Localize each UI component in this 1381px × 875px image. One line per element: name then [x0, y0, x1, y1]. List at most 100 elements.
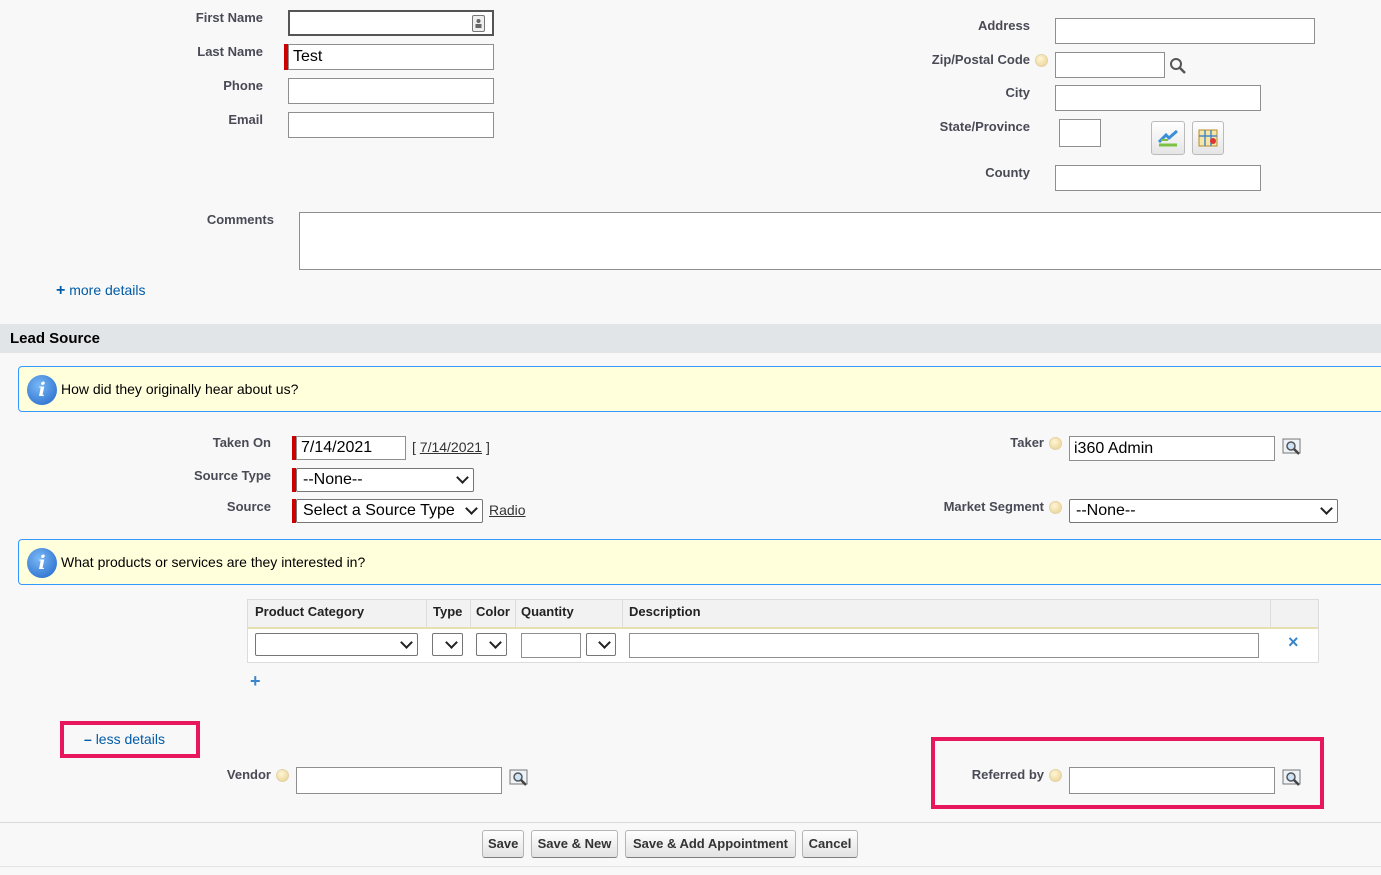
email-input[interactable] — [288, 112, 494, 138]
col-quantity: Quantity — [521, 604, 574, 619]
table-row: × — [248, 629, 1318, 662]
market-segment-help-icon[interactable] — [1049, 501, 1062, 514]
zip-input[interactable] — [1055, 52, 1165, 78]
products-table: Product Category Type Color Quantity Des… — [247, 599, 1319, 663]
map-icon[interactable] — [1192, 121, 1224, 155]
chevron-down-icon — [445, 636, 458, 649]
product-category-select[interactable] — [255, 633, 418, 656]
footer-bottom-divider — [0, 866, 1381, 867]
save-button[interactable]: Save — [482, 830, 524, 858]
col-divider — [622, 600, 623, 627]
col-color: Color — [476, 604, 510, 619]
chevron-down-icon — [456, 471, 469, 484]
info-box-products: i What products or services are they int… — [18, 539, 1381, 585]
zip-search-icon[interactable] — [1169, 57, 1187, 75]
info-icon: i — [27, 548, 57, 578]
zip-label: Zip/Postal Code — [931, 52, 1030, 67]
source-type-value: --None-- — [303, 471, 363, 488]
vendor-help-icon[interactable] — [276, 769, 289, 782]
taken-on-today: [ 7/14/2021 ] — [412, 439, 490, 455]
add-row-icon[interactable]: + — [250, 671, 261, 692]
today-date-link[interactable]: 7/14/2021 — [420, 439, 482, 455]
col-divider — [470, 600, 471, 627]
first-name-label: First Name — [195, 10, 263, 25]
chevron-down-icon — [598, 636, 611, 649]
col-divider — [1270, 600, 1271, 627]
contact-card-icon[interactable] — [472, 15, 485, 32]
lead-source-header: Lead Source — [0, 324, 1381, 353]
quantity-input[interactable] — [521, 633, 581, 658]
county-input[interactable] — [1055, 165, 1261, 191]
vendor-label: Vendor — [226, 767, 271, 782]
expand-plus-icon: + — [56, 282, 66, 299]
chevron-down-icon — [400, 636, 413, 649]
address-input[interactable] — [1055, 18, 1315, 44]
more-details-link[interactable]: + more details — [56, 282, 146, 300]
save-and-new-button[interactable]: Save & New — [531, 830, 618, 858]
chevron-down-icon — [489, 636, 502, 649]
state-input[interactable] — [1059, 119, 1101, 147]
city-label: City — [1005, 85, 1030, 100]
taken-on-input[interactable]: 7/14/2021 — [296, 436, 406, 460]
less-details-link[interactable]: – less details — [84, 731, 165, 747]
address-label: Address — [977, 18, 1030, 33]
lead-source-title: Lead Source — [10, 330, 101, 347]
collapse-minus-icon: – — [84, 731, 92, 747]
quantity-unit-select[interactable] — [586, 633, 616, 656]
more-details-label: more details — [69, 282, 146, 298]
address-verify-icon[interactable] — [1151, 121, 1185, 155]
market-segment-label: Market Segment — [943, 499, 1044, 514]
vendor-lookup-icon[interactable] — [509, 769, 529, 787]
referred-by-input[interactable] — [1069, 767, 1275, 794]
color-select[interactable] — [476, 633, 507, 656]
email-label: Email — [228, 112, 263, 127]
source-label: Source — [226, 499, 271, 514]
phone-label: Phone — [223, 78, 263, 93]
taker-input[interactable]: i360 Admin — [1069, 436, 1275, 461]
table-header-row: Product Category Type Color Quantity Des… — [248, 600, 1318, 629]
source-type-select[interactable]: --None-- — [296, 468, 474, 492]
last-name-label: Last Name — [197, 44, 263, 59]
last-name-input[interactable]: Test — [288, 44, 494, 70]
info-icon: i — [27, 375, 57, 405]
remove-row-icon[interactable]: × — [1288, 632, 1299, 653]
market-segment-select[interactable]: --None-- — [1069, 499, 1338, 523]
taker-lookup-icon[interactable] — [1282, 438, 1302, 456]
zip-help-icon[interactable] — [1035, 54, 1048, 67]
type-select[interactable] — [432, 633, 463, 656]
col-product-category: Product Category — [255, 604, 365, 619]
col-divider — [426, 600, 427, 627]
chevron-down-icon — [1320, 502, 1333, 515]
info-text: What products or services are they inter… — [61, 554, 366, 570]
phone-input[interactable] — [288, 78, 494, 104]
comments-label: Comments — [206, 212, 274, 227]
description-input[interactable] — [629, 633, 1259, 658]
taker-help-icon[interactable] — [1049, 437, 1062, 450]
save-and-add-appointment-button[interactable]: Save & Add Appointment — [625, 830, 796, 858]
state-label: State/Province — [939, 119, 1030, 134]
chevron-down-icon — [465, 502, 478, 515]
col-divider — [515, 600, 516, 627]
col-description: Description — [629, 604, 701, 619]
source-type-label: Source Type — [193, 468, 271, 483]
bracket-open: [ — [412, 439, 416, 455]
source-radio-link[interactable]: Radio — [489, 502, 526, 518]
referred-by-lookup-icon[interactable] — [1282, 769, 1302, 787]
first-name-input[interactable] — [288, 10, 494, 36]
source-value: Select a Source Type — [303, 502, 455, 519]
cancel-button[interactable]: Cancel — [802, 830, 858, 858]
bracket-close: ] — [485, 439, 490, 455]
referred-by-help-icon[interactable] — [1049, 769, 1062, 782]
city-input[interactable] — [1055, 85, 1261, 111]
comments-textarea[interactable] — [299, 212, 1381, 270]
taker-label: Taker — [1010, 435, 1044, 450]
footer-divider — [0, 822, 1381, 823]
referred-by-label: Referred by — [971, 767, 1044, 782]
county-label: County — [985, 165, 1030, 180]
info-box-hear-about: i How did they originally hear about us? — [18, 366, 1381, 412]
less-details-label: less details — [95, 731, 165, 747]
col-type: Type — [433, 604, 463, 619]
vendor-input[interactable] — [296, 767, 502, 794]
market-segment-value: --None-- — [1076, 502, 1136, 519]
source-select[interactable]: Select a Source Type — [296, 499, 483, 523]
